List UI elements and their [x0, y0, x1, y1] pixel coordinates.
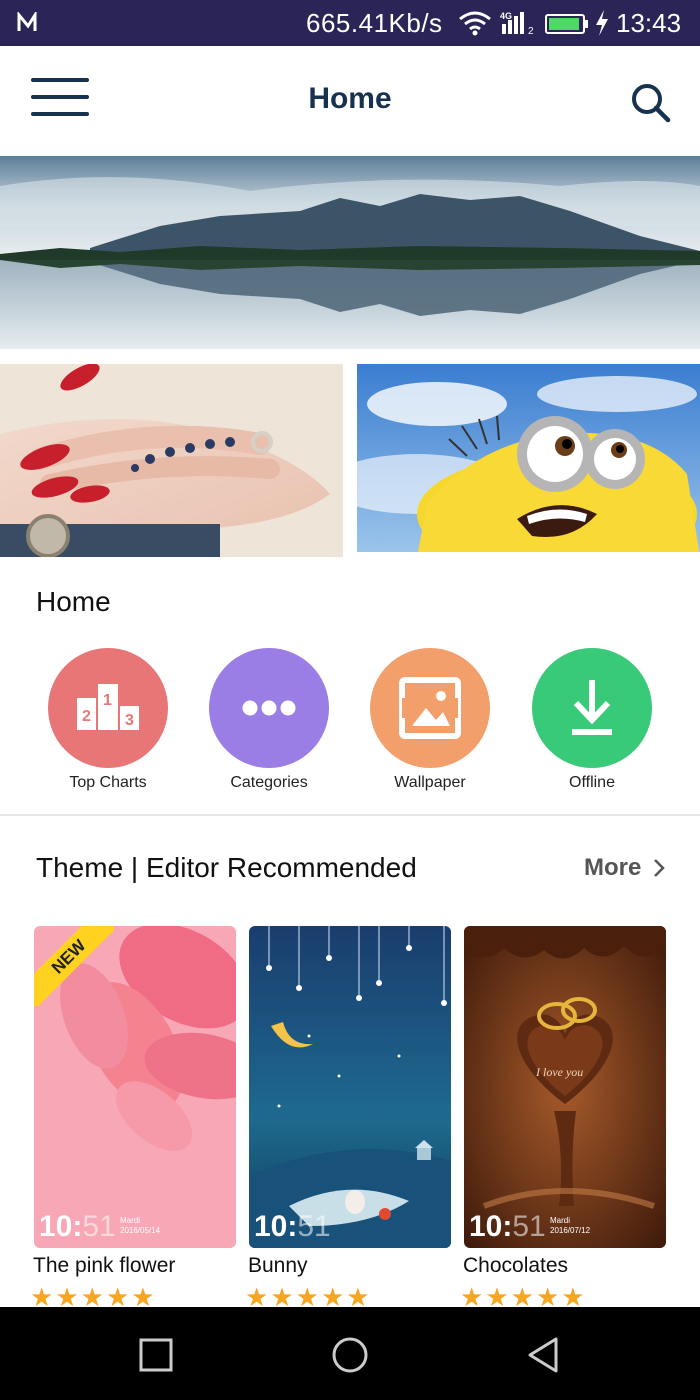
theme-card-pink-flower[interactable]: NEW 10:51 Mardi 2016/05/14 [34, 926, 236, 1248]
lockscreen-clock: 10:51 [39, 1210, 116, 1243]
star-icon: ★ [55, 1284, 81, 1308]
network-speed: 665.41Kb/s [306, 8, 443, 38]
star-icon: ★ [485, 1284, 511, 1308]
theme-name[interactable]: The pink flower [33, 1254, 175, 1278]
wifi-icon [459, 11, 491, 36]
star-icon: ★ [535, 1284, 562, 1308]
sim-slot: 2 [528, 26, 534, 36]
star-icon: ★ [105, 1284, 132, 1308]
image-icon [370, 648, 490, 768]
chevron-right-icon [654, 859, 665, 877]
system-nav-bar [0, 1307, 700, 1400]
new-badge: NEW [34, 926, 114, 1006]
banner-minion[interactable] [357, 364, 700, 557]
app-bar: Home [0, 46, 700, 156]
lockscreen-clock: 10:51 [469, 1210, 546, 1243]
star-icon: ★ [510, 1284, 536, 1308]
section-title-themes: Theme | Editor Recommended [36, 852, 417, 883]
svg-text:2: 2 [82, 708, 91, 725]
star-rating: ★★★★★ [460, 1284, 587, 1308]
star-rating: ★★★★★ [245, 1284, 372, 1308]
download-icon [532, 648, 652, 768]
shortcut-offline[interactable]: Offline [517, 648, 667, 792]
theme-card-chocolates[interactable]: I love you 10:51 Mardi 2016/07/12 [464, 926, 666, 1248]
search-icon[interactable] [628, 80, 672, 124]
recent-apps-icon[interactable] [136, 1335, 176, 1375]
home-circle-icon[interactable] [330, 1335, 370, 1375]
theme-name[interactable]: Bunny [248, 1254, 308, 1278]
status-time: 13:43 [616, 8, 682, 38]
star-icon: ★ [131, 1284, 157, 1308]
shortcut-label: Top Charts [69, 774, 147, 791]
theme-card-bunny[interactable]: 10:51 [249, 926, 451, 1248]
more-label: More [584, 854, 642, 881]
banner-tattooed-hand[interactable] [0, 364, 343, 557]
shortcut-label: Categories [230, 774, 308, 791]
section-title-home: Home [36, 586, 111, 617]
podium-icon: 2 1 3 [48, 648, 168, 768]
star-icon: ★ [561, 1284, 587, 1308]
back-triangle-icon[interactable] [524, 1335, 564, 1375]
lockscreen-date: Mardi 2016/05/14 [120, 1216, 161, 1235]
signal-icon: 4G 2 [500, 11, 534, 36]
theme-name[interactable]: Chocolates [463, 1254, 568, 1278]
lockscreen-date: Mardi 2016/07/12 [550, 1216, 591, 1235]
battery-icon [545, 14, 588, 34]
more-link[interactable]: More [584, 854, 665, 882]
nfc-icon [17, 12, 37, 31]
lockscreen-clock: 10:51 [254, 1210, 331, 1243]
network-type: 4G [500, 11, 512, 21]
star-icon: ★ [80, 1284, 106, 1308]
shortcut-top-charts[interactable]: 2 1 3 Top Charts [33, 648, 183, 792]
svg-text:I love you: I love you [535, 1065, 583, 1079]
shortcut-categories[interactable]: Categories [194, 648, 344, 792]
banner-mountain-lake[interactable] [0, 156, 700, 349]
more-dots-icon [209, 648, 329, 768]
star-icon: ★ [346, 1284, 372, 1308]
shortcut-label: Wallpaper [394, 774, 466, 791]
star-icon: ★ [30, 1284, 56, 1308]
charging-icon [596, 10, 608, 36]
star-icon: ★ [460, 1284, 486, 1308]
shortcut-wallpaper[interactable]: Wallpaper [355, 648, 505, 792]
star-icon: ★ [320, 1284, 347, 1308]
star-icon: ★ [245, 1284, 271, 1308]
section-divider [0, 814, 700, 816]
page-title: Home [308, 82, 392, 115]
star-icon: ★ [295, 1284, 321, 1308]
shortcut-label: Offline [569, 774, 615, 791]
star-icon: ★ [270, 1284, 296, 1308]
svg-text:3: 3 [125, 712, 134, 729]
svg-text:1: 1 [103, 692, 112, 709]
star-rating: ★★★★★ [30, 1284, 157, 1308]
status-bar: 665.41Kb/s 4G 2 13:43 [0, 0, 700, 46]
